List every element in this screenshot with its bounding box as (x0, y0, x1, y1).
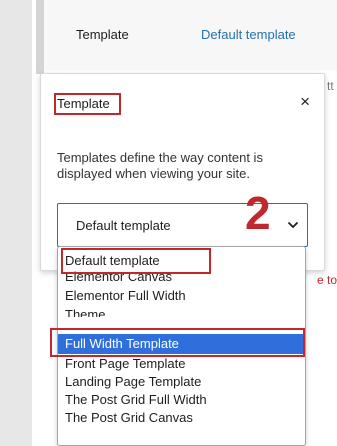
popover-description: Templates define the way content is disp… (57, 150, 263, 181)
background-text-fragment: tt (327, 79, 334, 93)
template-select-value: Default template (76, 218, 171, 233)
annotation-box-default-template (61, 248, 211, 274)
dropdown-option-elementor-full-width[interactable]: Elementor Full Width (58, 288, 305, 304)
panel-edge (36, 0, 44, 74)
chevron-down-icon (287, 221, 299, 229)
template-setting-label: Template (76, 27, 129, 42)
dropdown-option-theme[interactable]: Theme (58, 304, 305, 317)
template-popover: Template × Templates define the way cont… (40, 73, 325, 271)
dropdown-option-post-grid-full-width[interactable]: The Post Grid Full Width (58, 392, 305, 408)
dropdown-option-front-page-template[interactable]: Front Page Template (58, 356, 305, 372)
step-number-annotation: 2 (245, 187, 271, 239)
template-select[interactable]: Default template 2 (57, 190, 308, 247)
annotation-box-full-width-template (50, 328, 305, 357)
dropdown-option-landing-page-template[interactable]: Landing Page Template (58, 374, 305, 390)
close-icon[interactable]: × (300, 92, 310, 112)
background-red-text-fragment: e to (317, 273, 337, 287)
annotation-box-title (54, 93, 121, 115)
template-setting-link[interactable]: Default template (201, 27, 296, 42)
dropdown-option-post-grid-canvas[interactable]: The Post Grid Canvas (58, 410, 305, 426)
